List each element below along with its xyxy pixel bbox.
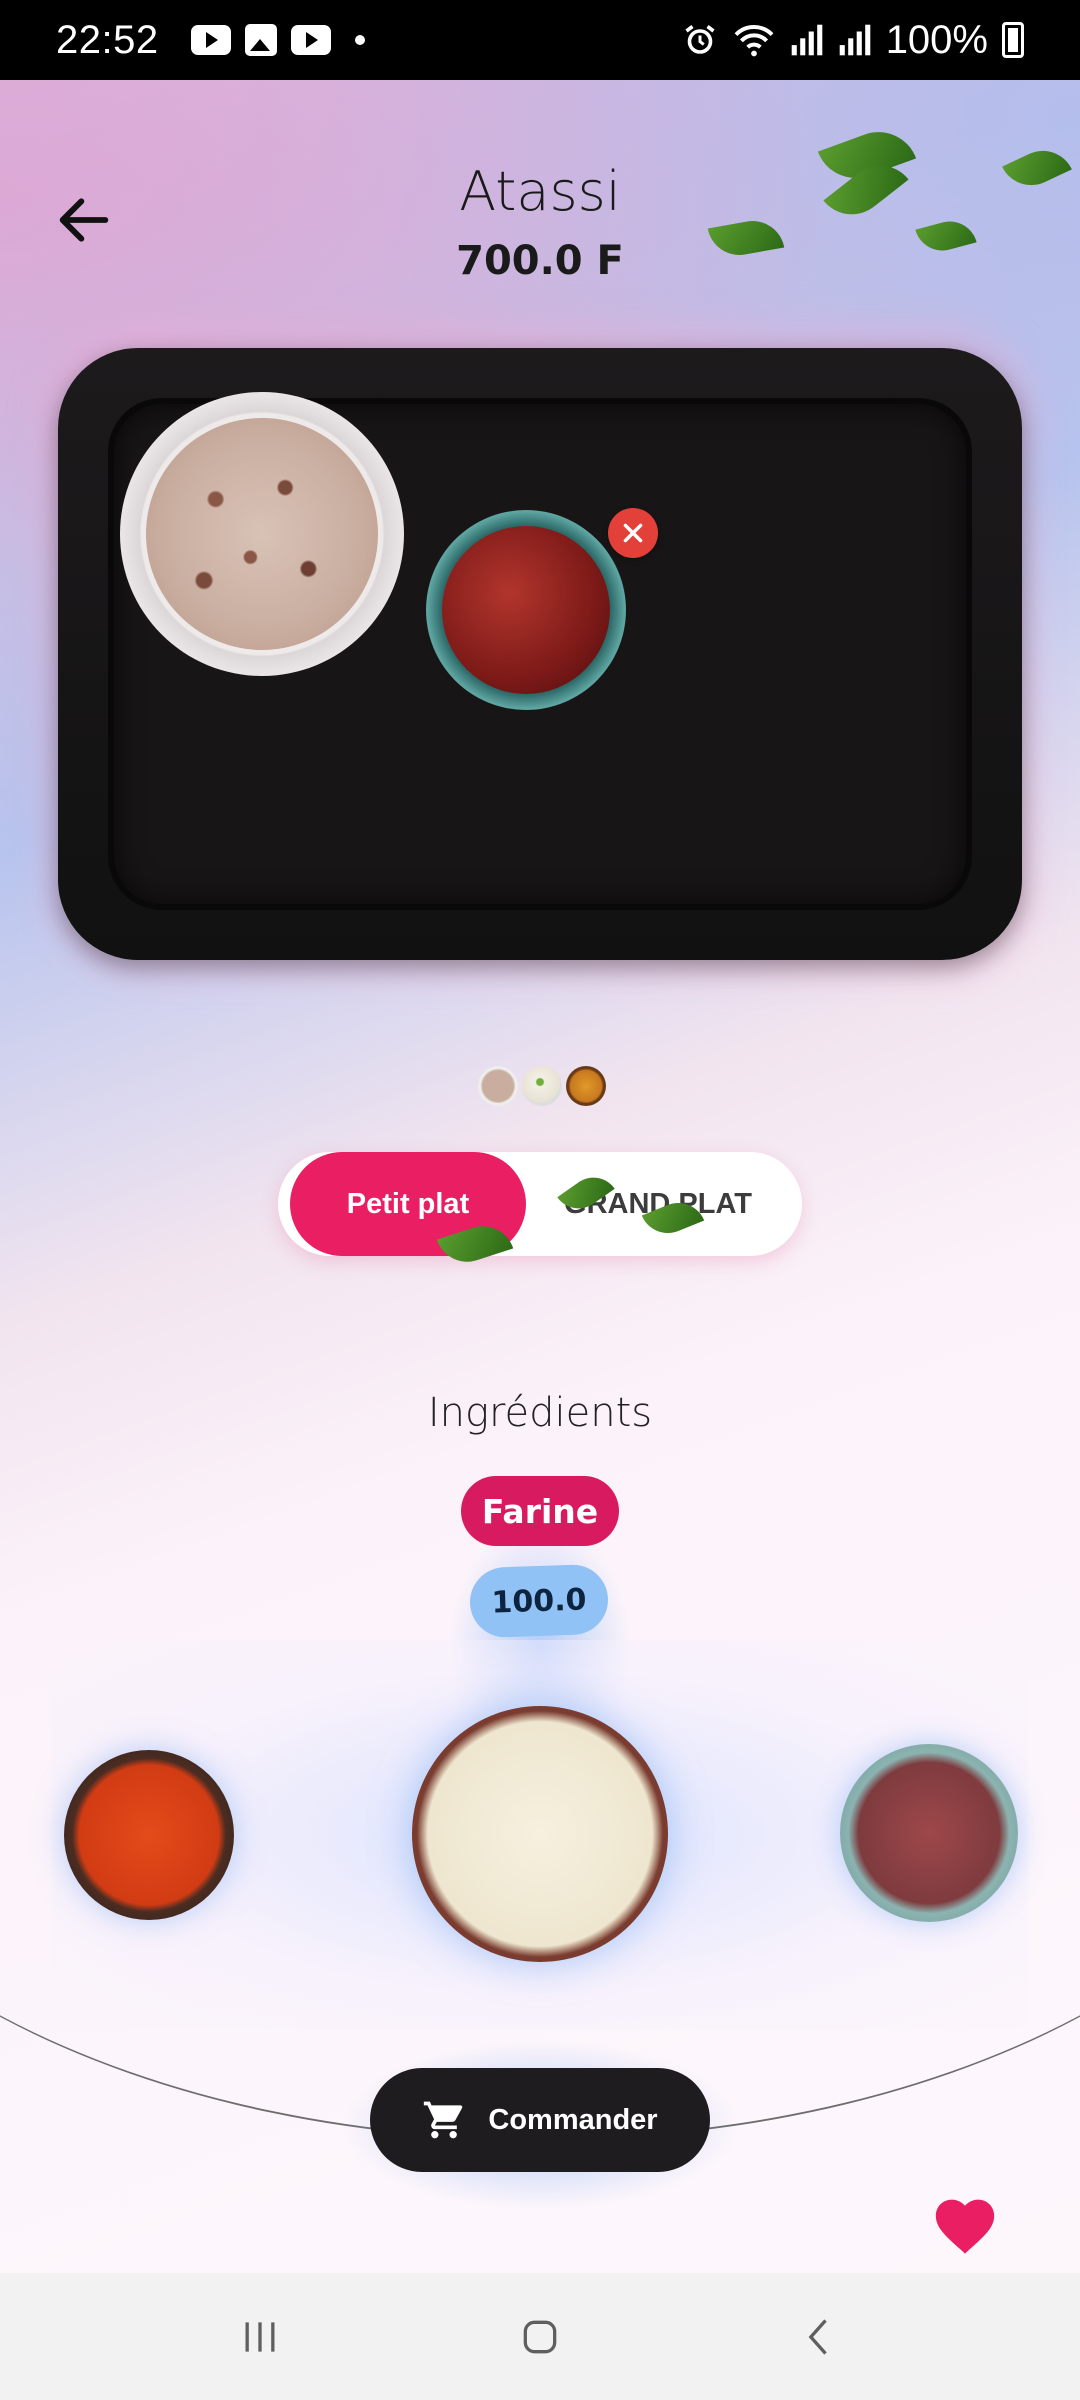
- thumbnail-rice-beans[interactable]: [478, 1066, 518, 1106]
- youtube-icon: [190, 25, 231, 55]
- dish-title: Atassi: [459, 160, 621, 223]
- recent-apps-button[interactable]: [220, 2297, 300, 2377]
- back-chevron-icon: [808, 2318, 827, 2355]
- more-notifications-icon: [354, 35, 365, 45]
- remove-item-button[interactable]: [608, 508, 658, 558]
- battery-charging-icon: [1002, 22, 1024, 58]
- plate-item-red-sauce[interactable]: [426, 510, 626, 710]
- cart-icon: [424, 2101, 463, 2139]
- favorite-heart-icon[interactable]: [930, 2190, 1000, 2256]
- gallery-icon: [244, 24, 277, 56]
- order-button-label: Commander: [488, 2103, 658, 2136]
- alarm-icon: [685, 25, 715, 54]
- youtube-icon: [290, 25, 331, 55]
- decorative-arc: [0, 1200, 1080, 2140]
- thumbnail-white-rice[interactable]: [522, 1066, 562, 1106]
- back-button[interactable]: [780, 2297, 860, 2377]
- dish-thumbnails: [478, 1066, 606, 1106]
- home-icon: [523, 2320, 557, 2353]
- thumbnail-spiced-rice[interactable]: [566, 1066, 606, 1106]
- battery-percentage: 100%: [885, 17, 988, 62]
- signal-icon: [791, 24, 822, 56]
- close-icon: [623, 523, 643, 543]
- recent-apps-icon: [245, 2321, 275, 2352]
- status-time: 22:52: [56, 17, 159, 62]
- home-button[interactable]: [500, 2297, 580, 2377]
- dish-price: 700.0 F: [456, 238, 624, 284]
- wifi-icon: [734, 25, 774, 57]
- plate-item-rice-beans[interactable]: [120, 392, 404, 676]
- signal-icon: [839, 24, 870, 56]
- status-bar: 22:52 100%: [0, 0, 1080, 80]
- order-button[interactable]: Commander: [370, 2068, 710, 2172]
- system-navigation-bar: [0, 2273, 1080, 2400]
- screen-content: Atassi 700.0 F Petit plat GRAND PLAT Ing…: [0, 80, 1080, 2273]
